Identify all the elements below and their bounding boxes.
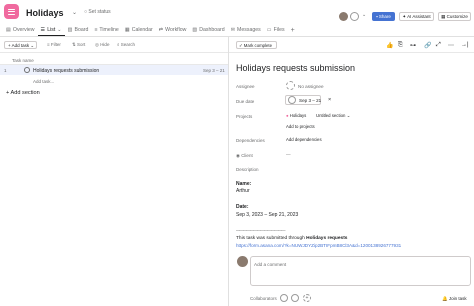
board-icon: ▥ (67, 27, 73, 33)
description-separator: —————————————— (236, 227, 286, 232)
join-task-button[interactable]: 🔔 Join task (442, 296, 467, 302)
tab-calendar[interactable]: ▦ Calendar (122, 24, 156, 36)
members-icon[interactable] (350, 12, 359, 21)
close-pane-icon[interactable]: →| (461, 42, 469, 48)
chevron-down-icon[interactable]: ⌄ (72, 9, 77, 16)
client-value[interactable]: — (286, 152, 291, 157)
column-header-task-name[interactable]: Task name (12, 58, 34, 63)
timeline-icon: ≡ (94, 27, 98, 33)
assignee-avatar-icon[interactable] (286, 81, 295, 90)
files-icon: ▭ (266, 27, 272, 33)
tab-workflow[interactable]: ⇄ Workflow (156, 24, 190, 36)
tab-messages[interactable]: ✉ Messages (228, 24, 264, 36)
pane-divider (228, 37, 229, 306)
collaborators-label: Collaborators (250, 296, 277, 301)
tab-list[interactable]: ☰ List ⌄ (37, 24, 65, 36)
chevron-down-icon[interactable]: ⌄ (362, 12, 366, 18)
bell-icon: 🔔 (442, 296, 449, 301)
description-label: Description (236, 167, 259, 172)
project-icon (4, 4, 19, 19)
share-button[interactable]: ▪ Share (372, 12, 395, 21)
tab-overview[interactable]: ▤ Overview (3, 24, 38, 36)
calendar-icon: ▦ (124, 27, 130, 33)
description-date-value: Sep 3, 2023 – Sep 21, 2023 (236, 212, 299, 218)
projects-label: Projects (236, 114, 253, 119)
add-collaborator-icon[interactable]: + (303, 294, 311, 302)
add-dependencies-link[interactable]: Add dependencies (286, 137, 322, 142)
calendar-icon (288, 96, 296, 104)
header-divider (0, 36, 474, 37)
customize-button[interactable]: ▦ Customize (438, 12, 471, 21)
description-submitted-line: This task was submitted through Holidays… (236, 236, 348, 241)
add-task-button[interactable]: + Add task ⌄ (4, 41, 37, 49)
attachment-icon[interactable]: ⎘ (398, 42, 404, 48)
toolbar-divider (0, 52, 228, 53)
project-title[interactable]: Holidays (26, 8, 64, 18)
chevron-down-icon: ⌄ (345, 113, 351, 118)
client-label: ◉ Client (236, 153, 253, 158)
dependencies-label: Dependencies (236, 138, 265, 143)
description-name-value: Arthur (236, 188, 250, 194)
assignee-label: Assignee (236, 84, 255, 89)
more-icon[interactable]: ⋯ (448, 42, 454, 49)
collaborator-icon[interactable] (280, 294, 288, 302)
messages-icon: ✉ (230, 27, 236, 33)
plus-icon: + (290, 26, 295, 34)
clear-date-icon[interactable]: × (328, 97, 331, 103)
task-title[interactable]: Holidays requests submission (236, 63, 355, 73)
comment-input[interactable] (250, 256, 471, 286)
add-section-button[interactable]: + Add section (6, 90, 40, 96)
list-icon: ☰ (40, 26, 46, 33)
set-status-button[interactable]: ○ Set status (84, 9, 111, 15)
task-name[interactable]: Holidays requests submission (33, 68, 99, 74)
form-link[interactable]: https://form.asana.com/?k=NUWJDYZip2BTIF… (236, 243, 401, 248)
tab-timeline[interactable]: ≡ Timeline (91, 24, 121, 36)
avatar[interactable] (339, 12, 348, 21)
link-icon[interactable]: 🔗 (424, 42, 431, 49)
tab-board[interactable]: ▥ Board (65, 24, 92, 36)
sort-button[interactable]: ⇅ Sort (72, 42, 85, 48)
section-selector[interactable]: Untitled section ⌄ (316, 113, 350, 119)
dashboard-icon: ▨ (192, 27, 198, 33)
ai-assistant-button[interactable]: ✦ AI Assistant (399, 12, 434, 21)
chevron-down-icon: ⌄ (29, 43, 35, 48)
collaborator-icon[interactable] (291, 294, 299, 302)
chevron-down-icon: ⌄ (57, 26, 62, 33)
expand-icon[interactable]: ⤢ (436, 42, 442, 48)
overview-icon: ▤ (6, 27, 11, 33)
commenter-avatar (237, 256, 248, 267)
task-due-date[interactable]: Sep 3 – 21 (203, 68, 225, 73)
workflow-icon: ⇄ (158, 27, 164, 33)
comment-placeholder: Add a comment (254, 262, 287, 267)
add-tab-button[interactable]: + (288, 24, 298, 36)
project-tag[interactable]: ● Holidays (286, 113, 306, 118)
assignee-value[interactable]: No assignee (298, 84, 324, 89)
search-button[interactable]: ⌕ Search (117, 42, 135, 47)
row-number: 1 (4, 68, 7, 73)
mark-complete-button[interactable]: ✓ Mark complete (236, 41, 277, 49)
complete-checkbox[interactable] (24, 67, 30, 73)
tab-bar: ▤ Overview ☰ List ⌄ ▥ Board ≡ Timeline ▦ Calen… (3, 24, 298, 36)
add-task-inline[interactable]: Add task... (33, 79, 54, 84)
tab-dashboard[interactable]: ▨ Dashboard (189, 24, 227, 36)
detail-toolbar-divider (229, 52, 474, 53)
due-date-value[interactable]: Sep 3 – 21 (299, 98, 321, 103)
due-date-label: Due date (236, 99, 255, 104)
filter-button[interactable]: ≡ Filter (47, 42, 61, 47)
tab-files[interactable]: ▭ Files (264, 24, 288, 36)
description-name-label: Name: (236, 181, 252, 187)
hide-button[interactable]: ◎ Hide (95, 42, 109, 48)
thumbs-up-icon[interactable]: 👍 (386, 42, 393, 49)
description-date-label: Date: (236, 204, 249, 210)
add-to-projects-link[interactable]: Add to projects (286, 124, 315, 129)
subtask-icon[interactable]: ⊶ (410, 42, 416, 49)
